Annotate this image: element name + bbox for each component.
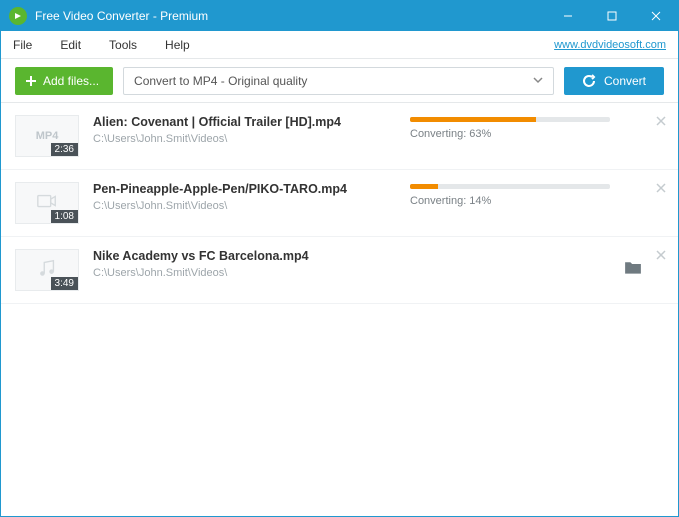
duration-badge: 1:08 xyxy=(51,210,78,223)
duration-badge: 3:49 xyxy=(51,277,78,290)
menu-file[interactable]: File xyxy=(13,38,46,52)
remove-file-button[interactable] xyxy=(656,180,666,198)
convert-label: Convert xyxy=(604,74,646,88)
progress-bar xyxy=(410,117,610,122)
refresh-icon xyxy=(582,74,596,88)
thumbnail: 1:08 xyxy=(15,182,79,224)
status-column: Converting: 63% xyxy=(410,115,640,140)
website-link[interactable]: www.dvdvideosoft.com xyxy=(554,39,666,51)
file-info: Alien: Covenant | Official Trailer [HD].… xyxy=(93,115,410,145)
add-files-button[interactable]: Add files... xyxy=(15,67,113,95)
file-path: C:\Users\John.Smit\Videos\ xyxy=(93,200,410,212)
status-text: Converting: 14% xyxy=(410,195,640,207)
remove-file-button[interactable] xyxy=(656,247,666,265)
file-name: Alien: Covenant | Official Trailer [HD].… xyxy=(93,115,410,129)
window-controls xyxy=(546,1,678,31)
thumb-format-label: MP4 xyxy=(36,130,59,142)
file-name: Pen-Pineapple-Apple-Pen/PIKO-TARO.mp4 xyxy=(93,182,410,196)
format-select[interactable]: Convert to MP4 - Original quality xyxy=(123,67,554,95)
file-path: C:\Users\John.Smit\Videos\ xyxy=(93,133,410,145)
remove-file-button[interactable] xyxy=(656,113,666,131)
menu-help[interactable]: Help xyxy=(165,38,204,52)
add-files-label: Add files... xyxy=(43,74,99,88)
status-column: Converting: 14% xyxy=(410,182,640,207)
close-button[interactable] xyxy=(634,1,678,31)
maximize-button[interactable] xyxy=(590,1,634,31)
format-select-value: Convert to MP4 - Original quality xyxy=(134,74,307,88)
thumbnail: MP4 2:36 xyxy=(15,115,79,157)
menubar: File Edit Tools Help www.dvdvideosoft.co… xyxy=(1,31,678,59)
open-folder-button[interactable] xyxy=(624,261,642,280)
convert-button[interactable]: Convert xyxy=(564,67,664,95)
plus-icon xyxy=(25,75,37,87)
file-row[interactable]: 3:49 Nike Academy vs FC Barcelona.mp4 C:… xyxy=(1,237,678,304)
window-title: Free Video Converter - Premium xyxy=(35,9,546,23)
file-info: Pen-Pineapple-Apple-Pen/PIKO-TARO.mp4 C:… xyxy=(93,182,410,212)
menu-tools[interactable]: Tools xyxy=(109,38,151,52)
file-info: Nike Academy vs FC Barcelona.mp4 C:\User… xyxy=(93,249,664,279)
file-row[interactable]: MP4 2:36 Alien: Covenant | Official Trai… xyxy=(1,103,678,170)
thumbnail: 3:49 xyxy=(15,249,79,291)
progress-bar xyxy=(410,184,610,189)
file-name: Nike Academy vs FC Barcelona.mp4 xyxy=(93,249,664,263)
minimize-button[interactable] xyxy=(546,1,590,31)
file-list: MP4 2:36 Alien: Covenant | Official Trai… xyxy=(1,103,678,304)
file-row[interactable]: 1:08 Pen-Pineapple-Apple-Pen/PIKO-TARO.m… xyxy=(1,170,678,237)
menu-edit[interactable]: Edit xyxy=(60,38,95,52)
chevron-down-icon xyxy=(533,74,543,88)
app-icon xyxy=(9,7,27,25)
status-text: Converting: 63% xyxy=(410,128,640,140)
file-path: C:\Users\John.Smit\Videos\ xyxy=(93,267,664,279)
titlebar: Free Video Converter - Premium xyxy=(1,1,678,31)
duration-badge: 2:36 xyxy=(51,143,78,156)
toolbar: Add files... Convert to MP4 - Original q… xyxy=(1,59,678,103)
